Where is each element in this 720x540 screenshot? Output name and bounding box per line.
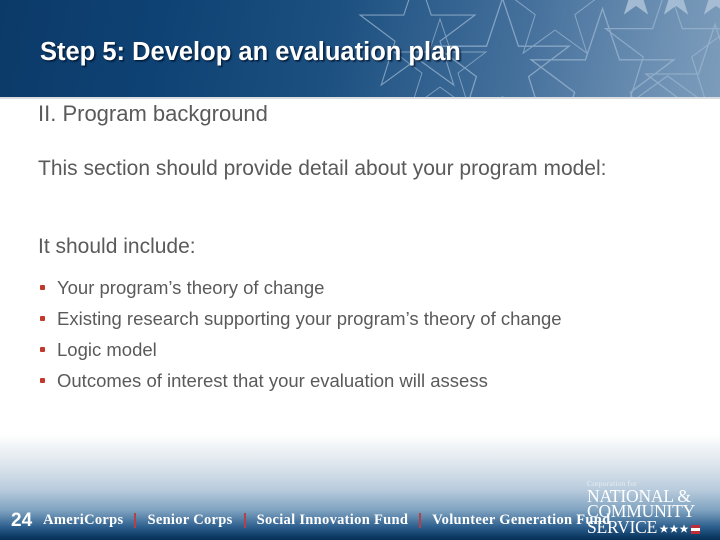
bullet-dot-icon <box>40 316 45 321</box>
brand-separator <box>134 512 137 528</box>
brand-list: AmeriCorps Senior Corps Social Innovatio… <box>43 512 610 529</box>
cncs-logo-flag-icon <box>691 524 701 534</box>
list-item-label: Logic model <box>57 339 157 360</box>
bullet-list: Your program’s theory of change Existing… <box>34 277 664 401</box>
brand-americorps: AmeriCorps <box>43 511 124 528</box>
list-item: Logic model <box>34 339 664 361</box>
list-item: Your program’s theory of change <box>34 277 664 299</box>
list-item-label: Your program’s theory of change <box>57 277 325 298</box>
list-item: Outcomes of interest that your evaluatio… <box>34 370 664 392</box>
brand-social-innovation-fund: Social Innovation Fund <box>256 511 409 528</box>
list-item: Existing research supporting your progra… <box>34 308 664 330</box>
brand-separator <box>243 512 246 528</box>
slide-footer: 24 AmeriCorps Senior Corps Social Innova… <box>0 435 720 540</box>
list-item-label: Outcomes of interest that your evaluatio… <box>57 370 488 391</box>
slide-header: Step 5: Develop an evaluation plan <box>0 0 720 97</box>
cncs-logo-stars-icon <box>659 524 689 534</box>
brand-separator <box>419 512 422 528</box>
list-item-label: Existing research supporting your progra… <box>57 308 562 329</box>
cncs-logo: Corporation for NATIONAL & COMMUNITY SER… <box>587 480 711 535</box>
intro-paragraph: This section should provide detail about… <box>38 157 607 180</box>
slide: Step 5: Develop an evaluation plan II. P… <box>0 0 720 540</box>
brand-volunteer-generation-fund: Volunteer Generation Fund <box>432 511 611 528</box>
cncs-logo-line3: SERVICE <box>587 516 658 537</box>
bullet-dot-icon <box>40 347 45 352</box>
page-number: 24 <box>11 509 33 531</box>
include-lead-in: It should include: <box>38 235 196 258</box>
bullet-dot-icon <box>40 378 45 383</box>
page-title: Step 5: Develop an evaluation plan <box>40 38 461 66</box>
bullet-dot-icon <box>40 285 45 290</box>
brand-senior-corps: Senior Corps <box>147 511 233 528</box>
section-heading: II. Program background <box>38 101 268 126</box>
slide-body: II. Program background This section shou… <box>0 99 720 435</box>
cncs-logo-line3-row: SERVICE <box>587 516 711 537</box>
